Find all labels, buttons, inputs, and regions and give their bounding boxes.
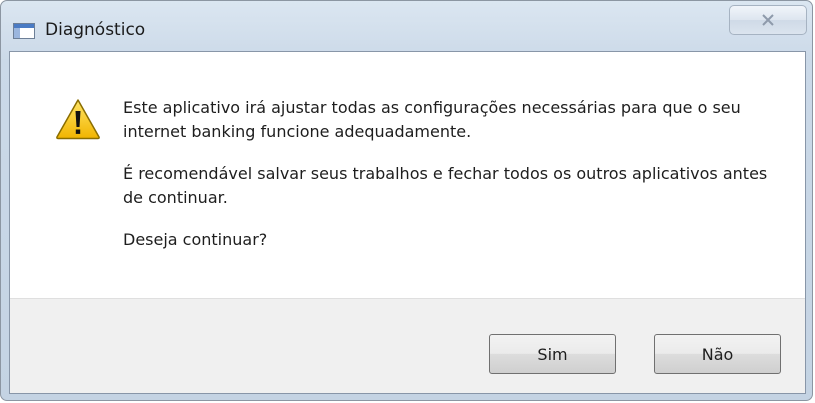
close-icon: [762, 14, 774, 26]
yes-button[interactable]: Sim: [489, 334, 616, 374]
dialog-client-area: Este aplicativo irá ajustar todas as con…: [9, 51, 806, 394]
message-area: Este aplicativo irá ajustar todas as con…: [10, 52, 805, 298]
dialog-window: Diagnóstico Este aplicativo irá ajustar …: [0, 0, 813, 401]
title-bar[interactable]: Diagnóstico: [1, 1, 812, 51]
button-bar: Sim Não: [10, 298, 805, 393]
warning-icon: [56, 99, 100, 140]
message-question: Deseja continuar?: [123, 230, 268, 249]
close-button[interactable]: [729, 5, 807, 35]
window-title: Diagnóstico: [45, 20, 146, 40]
dialog-message: Este aplicativo irá ajustar todas as con…: [123, 96, 783, 270]
no-button[interactable]: Não: [654, 334, 781, 374]
message-paragraph: É recomendável salvar seus trabalhos e f…: [123, 164, 768, 207]
message-paragraph: Este aplicativo irá ajustar todas as con…: [123, 98, 741, 141]
application-window-icon: [13, 23, 35, 39]
